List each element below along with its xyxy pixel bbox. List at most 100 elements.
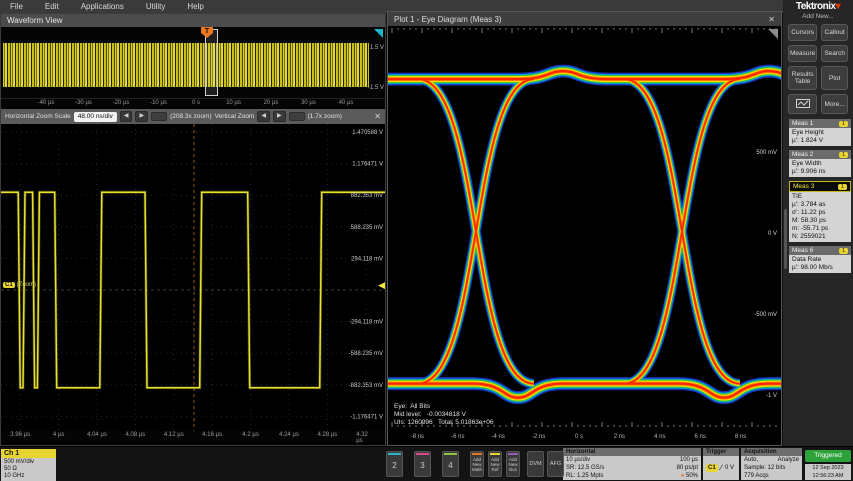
channel-3-button[interactable]: 3 [414, 451, 431, 477]
search-button[interactable]: Search [821, 45, 848, 62]
overview-time-label: 30 µs [301, 100, 316, 106]
waveform-overview[interactable]: T 1.5 V-1.5 V [1, 27, 385, 99]
dvm-button[interactable]: DVM [527, 451, 544, 477]
measurement-header[interactable]: Meas 11 [789, 119, 851, 128]
eye-plot-titlebar[interactable]: Plot 1 - Eye Diagram (Meas 3) ✕ [388, 12, 781, 26]
measurement-header[interactable]: Meas 31 [789, 181, 851, 192]
svg-text:882.353 mV: 882.353 mV [351, 193, 383, 199]
eye-plot-area[interactable]: 500 mV0 V-500 mV-1 V-8 ns-6 ns-4 ns-2 ns… [388, 26, 781, 445]
svg-text:1.176471 V: 1.176471 V [352, 162, 383, 168]
v-zoom-decrease-button[interactable]: ◀ [257, 111, 270, 122]
overview-time-label: -10 µs [150, 100, 167, 106]
overview-time-label: -30 µs [75, 100, 92, 106]
triggered-status-button[interactable]: Triggered [805, 450, 851, 462]
overview-time-label: 20 µs [264, 100, 279, 106]
overview-time-label: -20 µs [113, 100, 130, 106]
eye-info-block: Eye: All BitsMid level: -0.0034818 VUIs:… [394, 403, 493, 427]
zoom-time-label: 4.28 µs [317, 432, 337, 438]
trigger-level-arrow[interactable]: ◀ [378, 280, 385, 291]
svg-text:-588.235 mV: -588.235 mV [349, 351, 383, 357]
sample-rate: SR: 12.5 GS/s [566, 464, 604, 472]
v-zoom-increase-button[interactable]: ▶ [273, 111, 286, 122]
measurement-name: Meas 2 [792, 151, 813, 158]
svg-text:-1.176471 V: -1.176471 V [350, 414, 383, 420]
measurement-header[interactable]: Meas 61 [789, 246, 851, 255]
plot-button[interactable]: Plot [821, 66, 848, 90]
channel-button-label: 4 [443, 456, 458, 476]
measurement-body: Eye Heightµ': 1.824 V [789, 128, 851, 146]
overview-v-label: 1.5 V [370, 45, 384, 51]
add-color-stripe [490, 453, 500, 455]
zoom-waveform-svg: 1.470588 V1.176471 V882.353 mV588.235 mV… [1, 124, 385, 431]
h-zoom-decrease-button[interactable]: ◀ [120, 111, 133, 122]
channel-color-stripe [388, 453, 401, 455]
svg-text:0 V: 0 V [768, 231, 777, 237]
horizontal-scale: 10 µs/div [566, 456, 590, 464]
channel-1-name[interactable]: Ch 1 [1, 449, 56, 458]
add-new-bus-button[interactable]: AddNewBus [506, 451, 520, 477]
horizontal-zoom-label: Horizontal Zoom Scale [5, 113, 71, 120]
measurement-value: σ': 11.22 ps [792, 209, 848, 217]
afg-button[interactable]: AFG [547, 451, 564, 477]
acquisition-panel[interactable]: Acquisition Auto, Analyze Sample: 12 bit… [741, 448, 802, 480]
add-new-ref-button[interactable]: AddNewRef [488, 451, 502, 477]
add-button-label: AddNewRef [489, 456, 501, 472]
scrollbar-handle[interactable] [784, 209, 787, 269]
measurement-value: N: 2559021 [792, 233, 848, 241]
date: 12 Sep 2023 [805, 464, 851, 472]
channel-4-button[interactable]: 4 [442, 451, 459, 477]
resolution: 80 ps/pt [677, 464, 698, 472]
measurement-card-meas-2[interactable]: Meas 21Eye Widthµ': 9.906 ns [789, 150, 851, 177]
svg-text:500 mV: 500 mV [756, 150, 777, 156]
h-zoom-increase-button[interactable]: ▶ [135, 111, 148, 122]
cursors-button[interactable]: Cursors [788, 24, 817, 41]
measure-button[interactable]: Measure [788, 45, 817, 62]
channel-tag[interactable]: C1 [3, 282, 15, 288]
svg-text:-8 ns: -8 ns [411, 434, 424, 440]
trigger-panel[interactable]: Trigger C1 ∕ 0 V [703, 448, 739, 480]
svg-text:-882.353 mV: -882.353 mV [349, 383, 383, 389]
zoom-time-label: 4.2 µs [242, 432, 258, 438]
add-new-math-button[interactable]: AddNewMath [470, 451, 484, 477]
rising-edge-icon: ∕ [721, 464, 722, 472]
menu-item-applications[interactable]: Applications [81, 2, 124, 11]
results-table-button[interactable]: Results Table [788, 66, 817, 90]
menu-item-edit[interactable]: Edit [45, 2, 59, 11]
measurement-header[interactable]: Meas 21 [789, 150, 851, 159]
measurement-list: Meas 11Eye Heightµ': 1.824 V Meas 21Eye W… [783, 119, 853, 273]
measurement-card-meas-1[interactable]: Meas 11Eye Heightµ': 1.824 V [789, 119, 851, 146]
acquisition-analyze: Analyze [778, 456, 799, 464]
svg-text:8 ns: 8 ns [735, 434, 746, 440]
zoom-controls-bar: Horizontal Zoom Scale 48.00 ns/div ◀ ▶ (… [1, 109, 385, 124]
datetime-display: 12 Sep 2023 12:56:23 AM [805, 464, 851, 480]
acquisition-count: 779 Acqs [744, 472, 769, 480]
menu-item-utility[interactable]: Utility [146, 2, 166, 11]
channel-1-settings: 500 mV/div 50 Ω 10 GHz [1, 458, 56, 481]
zoom-close-icon[interactable]: ✕ [374, 112, 381, 121]
close-icon[interactable]: ✕ [768, 15, 775, 24]
measurement-value: TIE [792, 193, 848, 201]
menu-item-help[interactable]: Help [187, 2, 203, 11]
measurement-card-meas-6[interactable]: Meas 61Data Rateµ': 98.00 Mb/s [789, 246, 851, 273]
zoom-time-label: 4.16 µs [202, 432, 222, 438]
channel-2-button[interactable]: 2 [386, 451, 403, 477]
channel-1-badge[interactable]: Ch 1 500 mV/div 50 Ω 10 GHz [1, 449, 56, 481]
measurement-card-meas-3[interactable]: Meas 31TIEµ': 3.784 asσ': 11.22 psM: 58.… [789, 181, 851, 242]
zoom-waveform-plot[interactable]: 1.470588 V1.176471 V882.353 mV588.235 mV… [1, 124, 385, 431]
display-tool-button[interactable] [788, 94, 817, 114]
more-button[interactable]: More... [821, 94, 848, 114]
channel-zoom-badge[interactable]: C1 (Zoom) [3, 282, 36, 288]
v-zoom-toggle[interactable] [289, 112, 305, 121]
zoom-time-label: 4.24 µs [279, 432, 299, 438]
eye-info-line: UIs: 1260996 Total: 5.01863e+06 [394, 419, 493, 427]
overview-time-label: 40 µs [339, 100, 354, 106]
horizontal-panel[interactable]: Horizontal 10 µs/div 100 µs SR: 12.5 GS/… [563, 448, 701, 480]
overview-trace [3, 43, 369, 87]
add-button-label: AddNewMath [471, 456, 483, 472]
svg-text:0 s: 0 s [575, 434, 583, 440]
callout-button[interactable]: Callout [821, 24, 848, 41]
menu-item-file[interactable]: File [10, 2, 23, 11]
zoom-window-box[interactable] [205, 29, 218, 96]
horizontal-zoom-value[interactable]: 48.00 ns/div [74, 112, 117, 122]
h-zoom-toggle[interactable] [151, 112, 167, 121]
